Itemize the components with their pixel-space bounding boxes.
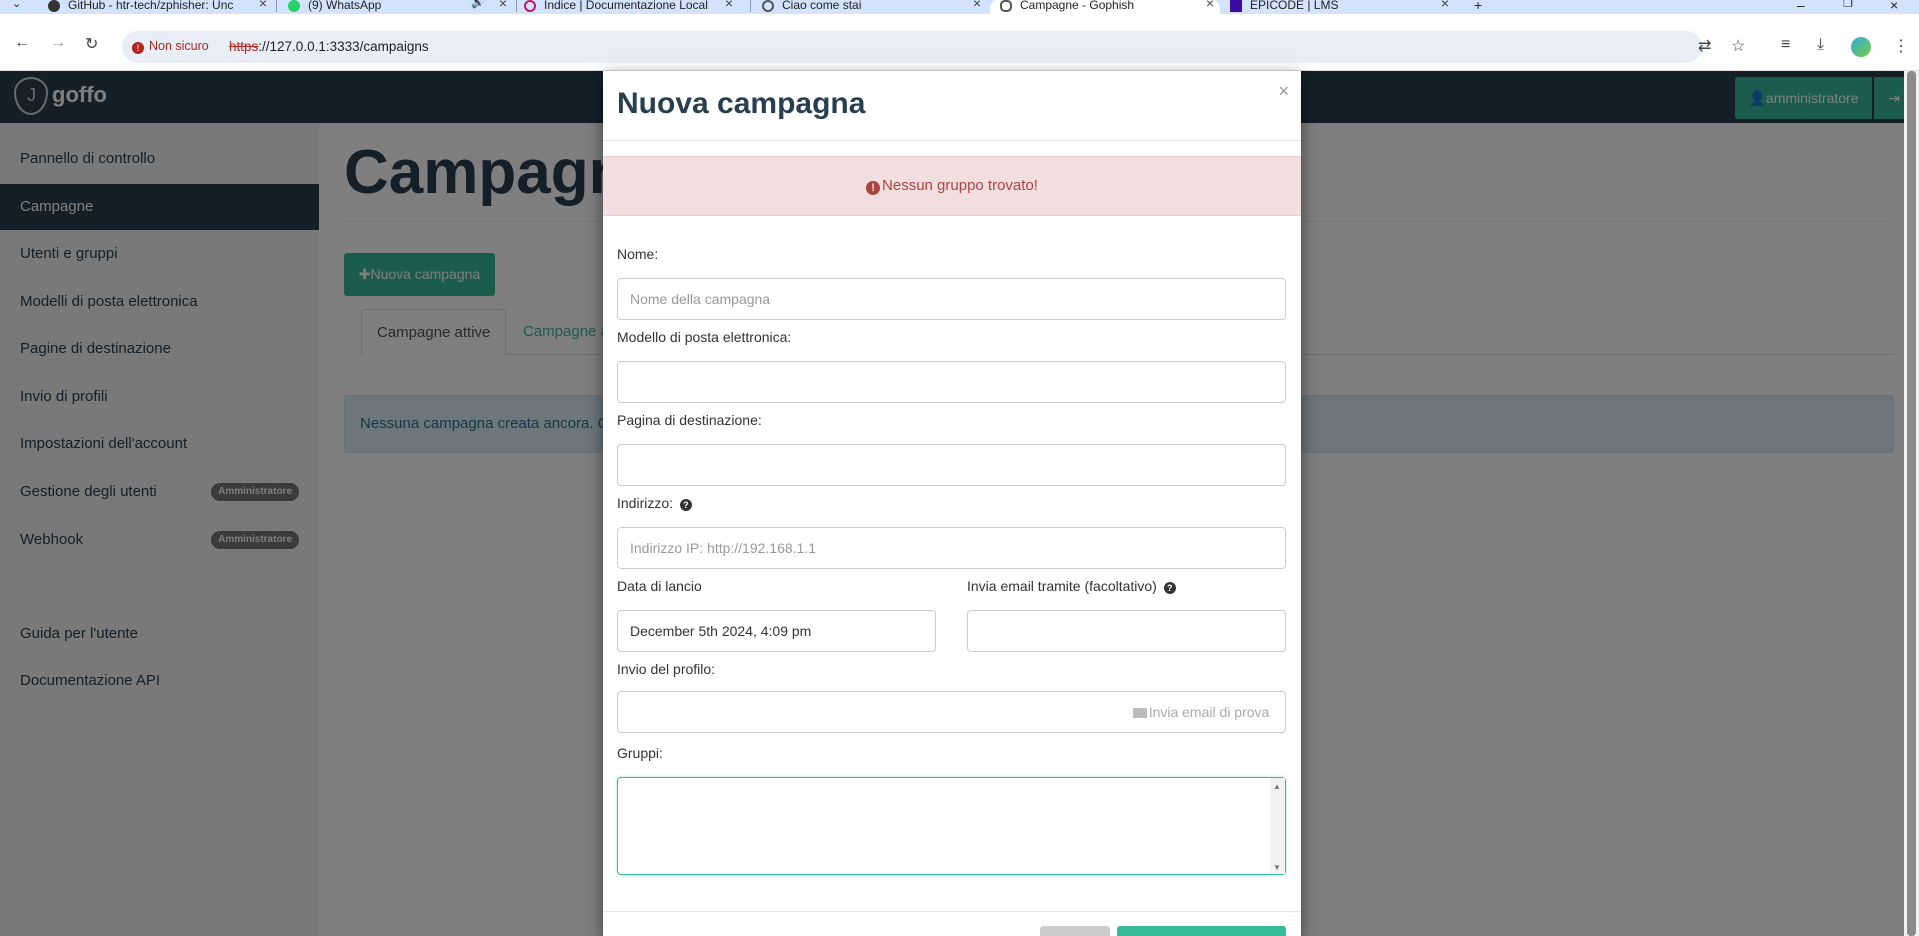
scroll-up-icon[interactable]: ▲ — [1273, 782, 1281, 791]
close-tab-icon[interactable]: × — [973, 0, 981, 10]
close-tab-icon[interactable]: × — [499, 0, 507, 10]
send-test-email-button[interactable]: Invia email di prova — [1117, 691, 1286, 733]
omnibox[interactable]: ! Non sicuro https://127.0.0.1:3333/campa… — [122, 31, 1702, 63]
warning-icon: ! — [132, 42, 144, 54]
template-label: Modello di posta elettronica: — [617, 329, 792, 345]
chat-icon — [762, 0, 774, 12]
browser-menu-icon[interactable]: ⋮ — [1893, 36, 1909, 56]
url-label: Indirizzo: ? — [617, 495, 692, 511]
window-close-icon[interactable]: × — [1890, 0, 1898, 13]
doc-icon — [524, 0, 536, 12]
profile-avatar[interactable] — [1851, 37, 1871, 57]
browser-tab-whatsapp[interactable]: (9) WhatsApp 🔊 × — [288, 0, 513, 14]
new-campaign-modal: Nuova campagna × ! Nessun gruppo trovato!… — [603, 71, 1301, 936]
browser-tab-github[interactable]: GitHub - htr-tech/zphisher: Unc × — [48, 0, 273, 14]
close-tab-icon[interactable]: × — [725, 0, 733, 10]
exclamation-icon: ! — [866, 181, 881, 195]
tab-search-icon[interactable]: ⌄ — [12, 0, 21, 10]
launch-campaign-button[interactable] — [1117, 926, 1286, 936]
cancel-button[interactable] — [1040, 926, 1110, 936]
sending-profile-select[interactable] — [617, 691, 1118, 733]
download-icon[interactable]: ⤓ — [1817, 36, 1824, 54]
landing-page-label: Pagina di destinazione: — [617, 412, 762, 428]
github-icon — [48, 0, 60, 12]
groups-label: Gruppi: — [617, 745, 663, 761]
not-secure-indicator[interactable]: ! Non sicuro — [132, 39, 209, 54]
error-alert: ! Nessun gruppo trovato! — [603, 156, 1301, 216]
translate-icon[interactable]: ⇄ — [1698, 36, 1711, 56]
minimize-icon[interactable]: – — [1797, 0, 1805, 13]
media-control-icon[interactable]: ≡ — [1781, 36, 1790, 54]
send-by-date-input[interactable] — [967, 610, 1286, 652]
close-tab-icon[interactable]: × — [1206, 0, 1214, 10]
restore-icon[interactable]: ❐ — [1843, 0, 1853, 10]
browser-tab-epicode[interactable]: EPICODE | LMS × — [1230, 0, 1455, 14]
send-by-label: Invia email tramite (facoltativo) ? — [967, 578, 1176, 594]
modal-footer-divider — [603, 911, 1301, 912]
back-icon[interactable]: ← — [14, 34, 30, 52]
scroll-down-icon[interactable]: ▼ — [1273, 863, 1281, 872]
help-icon[interactable]: ? — [679, 499, 692, 511]
browser-tab-strip: ⌄ GitHub - htr-tech/zphisher: Unc × (9) … — [0, 0, 1919, 14]
name-label: Nome: — [617, 246, 659, 262]
launch-date-label: Data di lancio — [617, 578, 702, 594]
forward-icon[interactable]: → — [50, 34, 66, 52]
launch-date-input[interactable]: December 5th 2024, 4:09 pm — [617, 610, 936, 652]
speaker-icon[interactable]: 🔊 — [471, 0, 485, 9]
close-tab-icon[interactable]: × — [1441, 0, 1449, 10]
groups-scrollbar[interactable]: ▲ ▼ — [1270, 778, 1285, 874]
gophish-icon — [1000, 0, 1012, 12]
reload-icon[interactable]: ↻ — [85, 34, 98, 54]
url-input[interactable]: Indirizzo IP: http://192.168.1.1 — [617, 527, 1286, 569]
envelope-icon — [1132, 708, 1147, 718]
browser-tab-chat[interactable]: Ciao come stai × — [762, 0, 987, 14]
sending-profile-label: Invio del profilo: — [617, 661, 716, 677]
new-tab-icon[interactable]: + — [1474, 0, 1482, 13]
page-scrollbar-thumb[interactable] — [1907, 71, 1916, 936]
whatsapp-icon — [288, 0, 300, 12]
browser-tab-gophish[interactable]: Campagne - Gophish × — [990, 0, 1220, 14]
campaign-name-input[interactable]: Nome della campagna — [617, 278, 1286, 320]
close-tab-icon[interactable]: × — [259, 0, 267, 10]
modal-header-divider — [603, 140, 1301, 141]
browser-tab-docs[interactable]: Indice | Documentazione Local × — [524, 0, 739, 14]
url-text[interactable]: https://127.0.0.1:3333/campaigns — [229, 39, 429, 54]
help-icon[interactable]: ? — [1163, 582, 1176, 594]
bookmark-star-icon[interactable]: ☆ — [1731, 36, 1745, 56]
email-template-select[interactable] — [617, 361, 1286, 403]
landing-page-select[interactable] — [617, 444, 1286, 486]
modal-title: Nuova campagna — [617, 87, 866, 120]
epicode-icon — [1230, 0, 1242, 12]
groups-select[interactable]: ▲ ▼ — [617, 777, 1286, 875]
close-icon[interactable]: × — [1278, 81, 1289, 102]
